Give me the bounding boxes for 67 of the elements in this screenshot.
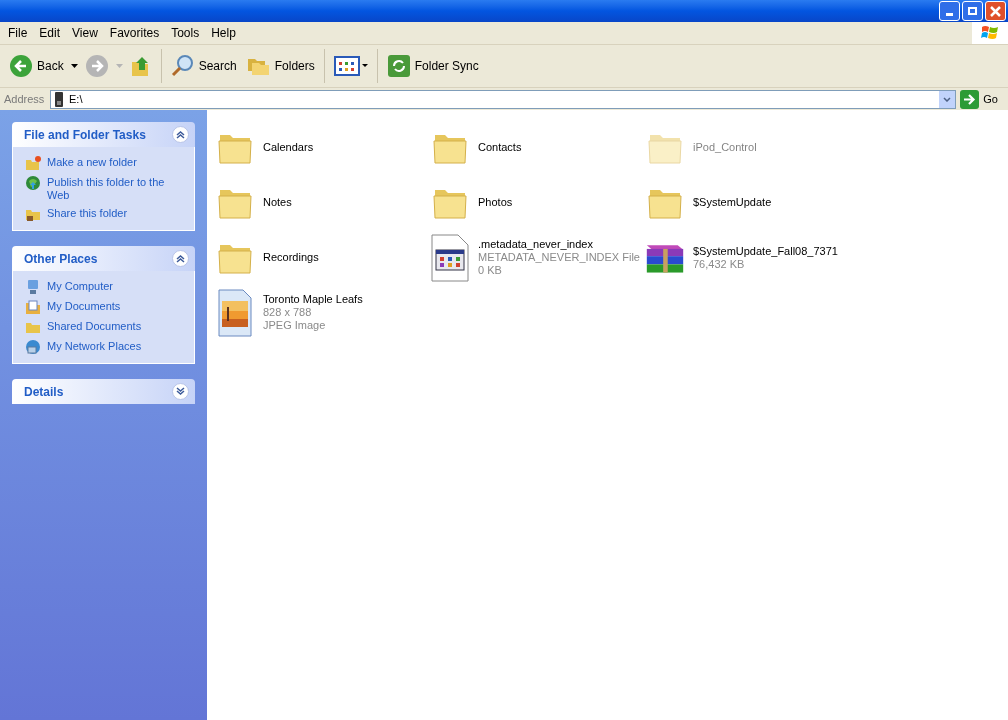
file-detail: 76,432 KB: [693, 257, 746, 271]
folder-entry[interactable]: Calendars: [215, 120, 430, 175]
minimize-button[interactable]: [939, 1, 960, 21]
menu-item[interactable]: File: [2, 22, 34, 44]
file-name: Toronto Maple Leafs: [263, 293, 363, 306]
menu-item[interactable]: View: [66, 22, 104, 44]
document-entry[interactable]: Toronto Maple Leafs 828 x 788 JPEG Image: [215, 285, 430, 340]
file-name: Contacts: [478, 141, 522, 154]
globe-icon: [25, 339, 41, 355]
file-name: Photos: [478, 196, 513, 209]
file-name: iPod_Control: [693, 141, 757, 154]
globe-icon: [25, 175, 41, 191]
document-icon: [430, 233, 470, 282]
computer-icon: [25, 279, 41, 295]
toolbar-button[interactable]: Search: [167, 48, 240, 84]
document-entry[interactable]: .metadata_never_index METADATA_NEVER_INDEX File 0 KB: [430, 230, 645, 285]
search-icon: [170, 54, 195, 78]
menu-item[interactable]: Tools: [165, 22, 206, 44]
views-icon: [333, 56, 368, 76]
menu-item[interactable]: Favorites: [103, 22, 166, 44]
file-name: Notes: [263, 196, 292, 209]
task-link[interactable]: My Network Places: [47, 339, 142, 353]
file-detail: JPEG Image: [263, 319, 327, 332]
document-entry[interactable]: $SystemUpdate_Fall08_7371 76,432 KB: [645, 230, 860, 285]
drive-icon: [55, 91, 63, 107]
folder-icon: [25, 299, 41, 315]
file-name: .metadata_never_index: [478, 238, 594, 251]
task-link[interactable]: Share this folder: [47, 206, 128, 220]
sync-icon: [386, 54, 411, 78]
image-file-icon: [217, 288, 253, 337]
file-detail: 0 KB: [478, 264, 503, 277]
task-link[interactable]: Shared Documents: [47, 319, 142, 333]
address-label: Address: [4, 91, 46, 107]
collapse-icon[interactable]: [172, 250, 189, 267]
folder-entry[interactable]: Photos: [430, 175, 645, 230]
folder-entry[interactable]: Notes: [215, 175, 430, 230]
folder-entry[interactable]: $SystemUpdate: [645, 175, 860, 230]
task-link[interactable]: My Computer: [47, 279, 114, 293]
panel-header[interactable]: Details: [12, 379, 195, 404]
task-link[interactable]: My Documents: [47, 299, 121, 313]
expand-icon[interactable]: [172, 383, 189, 400]
toolbar-button[interactable]: Folders: [243, 48, 318, 84]
menu-item[interactable]: Help: [205, 22, 242, 44]
file-name: $SystemUpdate: [693, 196, 772, 209]
panel-header[interactable]: Other Places: [12, 246, 195, 271]
go-button[interactable]: Go: [960, 89, 1004, 109]
collapse-icon[interactable]: [172, 126, 189, 143]
windows-logo-icon: [972, 22, 1008, 44]
folder-entry[interactable]: Contacts: [430, 120, 645, 175]
file-detail: METADATA_NEVER_INDEX File: [478, 251, 640, 264]
address-field[interactable]: E:\: [50, 89, 957, 109]
file-name: Recordings: [263, 251, 319, 264]
restore-button[interactable]: [962, 1, 983, 21]
folder-icon: [25, 155, 41, 171]
file-detail: 828 x 788: [263, 306, 313, 319]
toolbar-button[interactable]: Back: [6, 48, 67, 84]
close-icon: [990, 5, 1001, 17]
panel-header[interactable]: File and Folder Tasks: [12, 122, 195, 147]
folder-entry[interactable]: Recordings: [215, 230, 430, 285]
dropdown-arrow-icon[interactable]: [70, 64, 78, 68]
task-link[interactable]: Make a new folder: [47, 155, 137, 169]
file-name: Calendars: [263, 141, 314, 154]
menu-item[interactable]: Edit: [33, 22, 67, 44]
toolbar-button[interactable]: Folder Sync: [383, 48, 482, 84]
task-link[interactable]: Publish this folder to the Web: [47, 175, 182, 202]
close-button[interactable]: [985, 1, 1006, 21]
file-name: $SystemUpdate_Fall08_7371: [693, 244, 838, 258]
